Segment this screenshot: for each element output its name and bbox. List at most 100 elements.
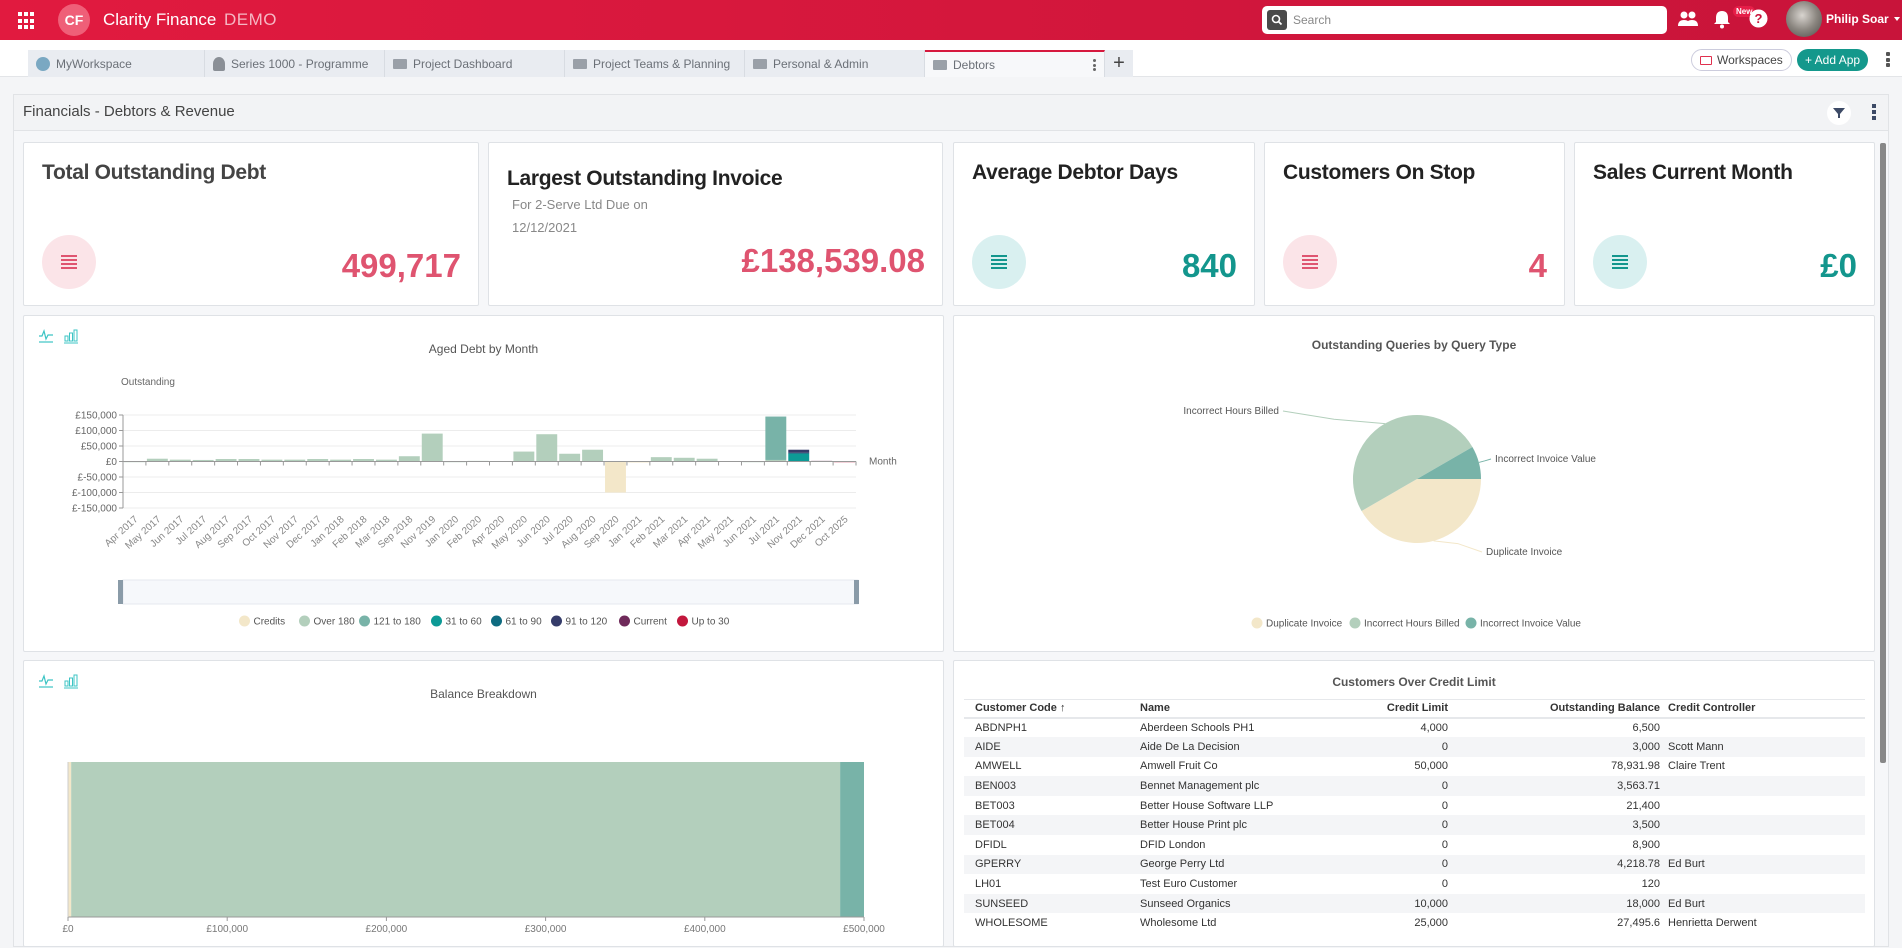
folder-icon: [1700, 55, 1712, 65]
kpi-largest-outstanding-invoice[interactable]: Largest Outstanding Invoice For 2-Serve …: [488, 142, 943, 306]
kpi-average-debtor-days[interactable]: Average Debtor Days 840: [953, 142, 1255, 306]
kpi-total-outstanding-debt[interactable]: Total Outstanding Debt 499,717: [23, 142, 479, 306]
app-launcher-icon[interactable]: [18, 12, 36, 30]
tab-project-dashboard[interactable]: Project Dashboard: [385, 50, 565, 77]
cell-credit-controller: [1664, 835, 1865, 855]
search-icon: [1267, 10, 1287, 30]
bar-segment: [765, 416, 787, 460]
add-app-button[interactable]: + Add App: [1797, 49, 1869, 71]
pie-label: Incorrect Invoice Value: [1495, 454, 1596, 465]
table-row[interactable]: ABDNPH1 Aberdeen Schools PH1 4,000 6,500: [964, 718, 1865, 738]
global-search[interactable]: [1262, 6, 1667, 34]
folder-icon: [393, 58, 407, 69]
kpi-customers-on-stop[interactable]: Customers On Stop 4: [1264, 142, 1565, 306]
kpi-subtitle: For 2-Serve Ltd Due on: [512, 197, 648, 212]
cell-credit-controller: [1664, 776, 1865, 796]
tab-series-1000[interactable]: Series 1000 - Programme: [205, 50, 385, 77]
sort-ascending-icon[interactable]: ↑: [1060, 702, 1066, 714]
balance-breakdown-panel: Balance Breakdown £0 £100,000 £200,000 £300…: [23, 660, 944, 947]
legend-marker: [1349, 617, 1361, 629]
cell-credit-limit: 0: [1441, 838, 1448, 851]
table-title: Customers Over Credit Limit: [1332, 675, 1496, 689]
workspaces-button[interactable]: Workspaces: [1691, 49, 1792, 71]
aged-debt-chart[interactable]: Outstanding £150,000 £100,000 £50,000 £0 £-50…: [24, 316, 945, 653]
table-row[interactable]: BET003 Better House Software LLP 0 21,400: [964, 796, 1865, 816]
cell-credit-controller: [1664, 796, 1865, 816]
tab-personal-admin[interactable]: Personal & Admin: [745, 50, 925, 77]
user-avatar[interactable]: [1786, 1, 1822, 37]
table-row[interactable]: SUNSEED Sunseed Organics 10,000 18,000 Ed Bu…: [964, 893, 1865, 914]
pie-label-line: [1282, 410, 1386, 425]
tab-label: MyWorkspace: [56, 56, 132, 71]
kpi-value: £138,539.08: [741, 242, 925, 279]
bar-segment: [398, 456, 420, 462]
column-header-outstanding-balance[interactable]: Outstanding Balance: [1459, 699, 1664, 719]
list-icon: [1593, 235, 1647, 289]
kpi-sales-current-month[interactable]: Sales Current Month £0: [1574, 142, 1875, 306]
dashboard-title: Financials - Debtors & Revenue: [23, 103, 235, 120]
help-icon[interactable]: ?: [1749, 9, 1768, 33]
svg-text:?: ?: [1755, 11, 1763, 26]
cell-outstanding-balance: 4,218.78: [1459, 854, 1664, 875]
table-row[interactable]: BEN003 Bennet Management plc 0 3,563.71: [964, 776, 1865, 796]
user-name[interactable]: Philip Soar: [1826, 12, 1889, 26]
balance-breakdown-chart[interactable]: £0 £100,000 £200,000 £300,000 £400,000 £500,0…: [24, 661, 945, 948]
queries-pie-chart[interactable]: Duplicate Invoice Incorrect Hours Billed I…: [954, 316, 1876, 653]
dashboard-scrollbar[interactable]: [1880, 143, 1886, 763]
tab-label: Project Dashboard: [413, 56, 513, 71]
table-row[interactable]: LH01 Test Euro Customer 0 120: [964, 874, 1865, 894]
add-tab-button[interactable]: +: [1105, 50, 1133, 77]
x-tick-label: £200,000: [366, 924, 408, 935]
user-menu-caret-icon[interactable]: [1894, 17, 1900, 21]
column-header-credit-controller[interactable]: Credit Controller: [1664, 699, 1865, 719]
legend-marker: [239, 615, 250, 627]
table-row[interactable]: BET004 Better House Print plc 0 3,500: [964, 815, 1865, 836]
cell-name: Better House Software LLP: [1140, 799, 1274, 812]
tab-menu-icon[interactable]: [1093, 59, 1096, 71]
bar-segment: [421, 433, 443, 462]
app-name: Clarity Finance: [103, 10, 217, 29]
credit-limit-panel: Customers Over Credit Limit Customer Cod…: [953, 660, 1875, 947]
bar-segment: [673, 457, 695, 462]
column-header-name[interactable]: Name: [1129, 699, 1329, 719]
bar-segment: [559, 453, 581, 462]
legend-label: 61 to 90: [506, 617, 543, 628]
tab-myworkspace[interactable]: MyWorkspace: [28, 50, 205, 77]
tab-project-teams-planning[interactable]: Project Teams & Planning: [565, 50, 745, 77]
search-input[interactable]: [1293, 13, 1653, 27]
table-row[interactable]: DFIDL DFID London 0 8,900: [964, 835, 1865, 855]
cell-customer-code: AMWELL: [975, 760, 1022, 773]
bar-segment: [71, 762, 841, 917]
aged-debt-panel: Aged Debt by Month Outstanding £150,000 £1…: [23, 315, 944, 652]
filter-button[interactable]: [1827, 101, 1851, 125]
app-demo-badge: DEMO: [224, 10, 277, 29]
table-row[interactable]: AIDE Aide De La Decision 0 3,000 Scott Mann: [964, 737, 1865, 757]
table-row[interactable]: AMWELL Amwell Fruit Co 50,000 78,931.98 Clai…: [964, 757, 1865, 777]
list-icon: [42, 235, 96, 289]
legend-marker: [551, 615, 562, 627]
tab-debtors[interactable]: Debtors: [925, 50, 1105, 77]
cell-credit-limit: 50,000: [1414, 760, 1448, 773]
table-row[interactable]: WHOLESOME Wholesome Ltd 25,000 27,495.6 Henr…: [964, 913, 1865, 933]
x-tick-label: £300,000: [525, 924, 567, 935]
cell-customer-code: AIDE: [964, 737, 1129, 757]
cell-credit-controller: Scott Mann: [1664, 737, 1865, 757]
notification-bell-icon[interactable]: [1713, 9, 1731, 34]
x-axis-label: Month: [869, 457, 897, 468]
legend-label: Current: [634, 617, 668, 628]
cell-outstanding-balance: 8,900: [1632, 838, 1660, 851]
cell-customer-code: BEN003: [964, 776, 1129, 796]
more-options-icon[interactable]: [1886, 52, 1890, 67]
legend-marker: [431, 615, 442, 627]
cell-name: Better House Print plc: [1129, 815, 1329, 836]
table-row[interactable]: GPERRY George Perry Ltd 0 4,218.78 Ed Burt: [964, 854, 1865, 875]
cell-outstanding-balance: 21,400: [1626, 799, 1660, 812]
column-header-credit-limit[interactable]: Credit Limit: [1329, 699, 1459, 719]
folder-icon: [753, 58, 767, 69]
people-icon[interactable]: [1677, 9, 1699, 34]
column-header-customer-code[interactable]: Customer Code ↑: [964, 699, 1129, 719]
cell-name: DFID London: [1140, 838, 1206, 851]
cell-outstanding-balance: 18,000: [1459, 893, 1664, 914]
dashboard-menu-icon[interactable]: [1872, 104, 1876, 120]
bar-segment: [788, 449, 810, 453]
